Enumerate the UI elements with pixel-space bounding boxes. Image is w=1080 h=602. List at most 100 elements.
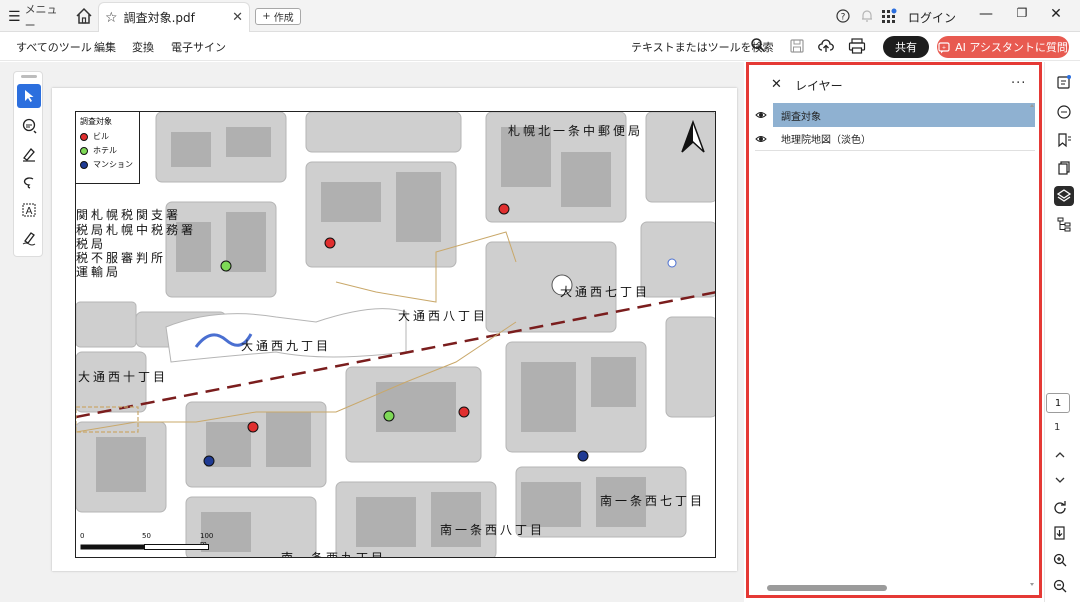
legend-label: ビル (93, 132, 109, 141)
legend-swatch-navy (80, 160, 88, 169)
print-icon[interactable] (848, 38, 866, 54)
ai-chat-icon: + (938, 41, 950, 53)
vertical-scrollbar[interactable] (1029, 103, 1035, 587)
menu-e-sign[interactable]: 電子サイン (171, 39, 226, 55)
tab-title: 調査対象.pdf (123, 11, 195, 25)
scale-bar: 0 50 100 m (80, 524, 220, 556)
plus-icon: + (262, 11, 271, 22)
close-icon[interactable]: ✕ (771, 77, 782, 92)
layer-name: 調査対象 (773, 103, 1035, 127)
layers-panel: ✕ レイヤー ··· 調査対象 地理院地図（淡色） (746, 62, 1042, 598)
star-icon[interactable]: ☆ (105, 10, 118, 26)
close-tab-icon[interactable]: ✕ (232, 10, 243, 25)
legend-title: 調査対象 (80, 117, 112, 126)
label-odori-7: 大通西七丁目 (560, 285, 651, 299)
map-figure: 調査対象 ビル ホテル マンション 札幌北一条中郵便局 関札幌税関支署 税局札幌… (75, 111, 716, 558)
cloud-upload-icon[interactable] (818, 38, 834, 54)
menu-all-tools[interactable]: すべてのツール (16, 39, 92, 55)
eye-icon[interactable] (755, 133, 767, 145)
zoom-in-icon[interactable] (1050, 550, 1070, 570)
menu-label: メニュー (24, 3, 58, 32)
legend-item-building: ビル (80, 131, 135, 142)
signature-pen-icon (22, 232, 36, 246)
zoom-out-icon[interactable] (1050, 576, 1070, 596)
svg-text:+: + (942, 45, 946, 51)
lasso-icon (23, 177, 34, 189)
restore-icon[interactable]: ❐ (1012, 6, 1032, 26)
select-tool[interactable] (17, 84, 41, 108)
legend-item-mansion: マンション (80, 159, 135, 170)
comment-icon (22, 118, 37, 134)
create-label: 作成 (273, 13, 294, 24)
chevron-down-icon[interactable] (1050, 470, 1070, 490)
ai-assistant-button[interactable]: + AI アシスタントに質問 (937, 36, 1069, 58)
pages-icon[interactable] (1054, 158, 1074, 178)
apps-icon[interactable] (880, 7, 898, 25)
pen-icon (23, 148, 35, 162)
minimize-icon[interactable]: — (976, 6, 996, 26)
label-minami-7: 南一条西七丁目 (600, 494, 706, 508)
menu-edit[interactable]: 編集 (94, 39, 116, 55)
help-icon[interactable]: ? (834, 7, 852, 25)
refresh-icon[interactable] (1050, 497, 1070, 517)
legend-label: ホテル (93, 146, 117, 155)
ai-assistant-label: AI アシスタントに質問 (955, 41, 1068, 54)
extract-page-icon[interactable] (1050, 523, 1070, 543)
layer-name: 地理院地図（淡色） (781, 135, 871, 146)
hamburger-icon: ☰ (8, 9, 21, 25)
svg-text:?: ? (841, 13, 846, 23)
save-icon[interactable] (789, 38, 805, 54)
sign-tool[interactable] (17, 226, 41, 250)
svg-text:A: A (26, 206, 33, 217)
label-transport-bureau: 運輸局 (76, 265, 122, 279)
legend-swatch-green (80, 146, 88, 155)
tree-structure-icon[interactable] (1054, 214, 1074, 234)
toolbar-grip[interactable] (21, 75, 37, 78)
layers-icon[interactable] (1054, 186, 1074, 206)
share-button[interactable]: 共有 (883, 36, 929, 58)
legend-swatch-red (80, 132, 88, 141)
login-link[interactable]: ログイン (908, 9, 956, 26)
label-post-office: 札幌北一条中郵便局 (508, 124, 644, 138)
ai-summary-icon[interactable] (1054, 72, 1074, 92)
right-tool-rail (1044, 62, 1080, 602)
more-options-icon[interactable]: ··· (1011, 76, 1026, 91)
eye-icon[interactable] (755, 109, 767, 121)
cursor-icon (25, 90, 34, 102)
create-button[interactable]: + 作成 (255, 8, 301, 25)
label-minami-9: 南一条西九丁目 (281, 551, 387, 558)
home-icon[interactable] (74, 6, 94, 26)
bell-icon[interactable] (858, 7, 876, 25)
label-minami-8: 南一条西八丁目 (440, 523, 546, 537)
page-number-input[interactable]: 1 (1046, 393, 1070, 413)
label-odori-10: 大通西十丁目 (78, 370, 169, 384)
bookmark-icon[interactable] (1054, 130, 1074, 150)
scale-bar-graphic (80, 544, 209, 550)
search-icon[interactable] (750, 37, 766, 53)
comment-tool[interactable] (17, 114, 41, 138)
scale-50: 50 (142, 532, 151, 540)
text-tool[interactable]: A (17, 198, 41, 222)
text-box-icon: A (22, 203, 36, 217)
menu-bar: すべてのツール 編集 変換 電子サイン テキストまたはツールを検索 共有 + A… (0, 33, 1080, 61)
label-odori-8: 大通西八丁目 (398, 309, 489, 323)
layer-item[interactable]: 地理院地図（淡色） (755, 127, 1035, 151)
menu-convert[interactable]: 変換 (132, 39, 154, 55)
label-odori-9: 大通西九丁目 (241, 339, 332, 353)
panel-title: レイヤー (795, 79, 843, 93)
chevron-up-icon[interactable] (1050, 445, 1070, 465)
window-close-icon[interactable]: ✕ (1046, 6, 1066, 26)
comment-panel-icon[interactable] (1054, 102, 1074, 122)
menu-button[interactable]: ☰ メニュー (8, 3, 64, 32)
map-legend: 調査対象 ビル ホテル マンション (76, 112, 140, 184)
horizontal-scrollbar[interactable] (767, 585, 887, 591)
scale-0: 0 (80, 532, 85, 540)
draw-tool[interactable] (17, 170, 41, 194)
quick-tools-bar: A (13, 71, 43, 257)
layer-item[interactable]: 調査対象 (755, 103, 1035, 127)
page-total: 1 (1054, 422, 1061, 433)
document-tab[interactable]: ☆ 調査対象.pdf ✕ (98, 2, 250, 32)
legend-label: マンション (93, 160, 133, 169)
highlight-tool[interactable] (17, 142, 41, 166)
legend-item-hotel: ホテル (80, 145, 135, 156)
